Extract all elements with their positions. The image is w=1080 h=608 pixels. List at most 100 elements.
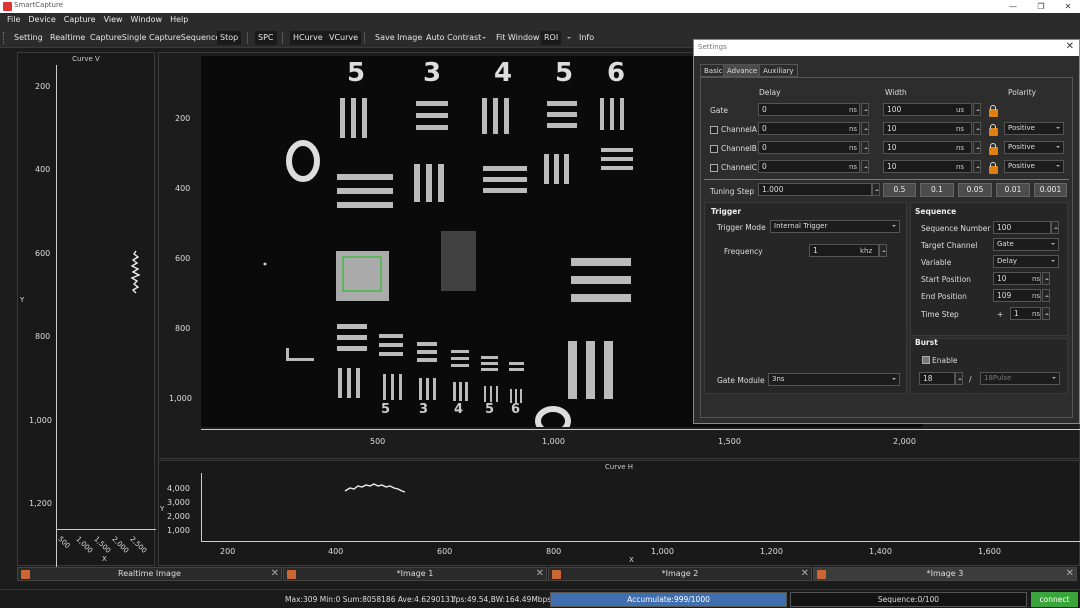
close-icon[interactable]: ✕ (1057, 0, 1079, 13)
close-tab-icon[interactable]: ✕ (271, 568, 279, 579)
hcurve-button[interactable]: HCurve (290, 31, 326, 45)
tab-realtime-image[interactable]: Realtime Image ✕ (17, 567, 282, 581)
curve-v-title: Curve V (72, 55, 100, 63)
channel-c-delay-spinner[interactable] (861, 160, 869, 173)
channel-a-delay-spinner[interactable] (861, 122, 869, 135)
tab-auxiliary[interactable]: Auxiliary (759, 64, 798, 77)
tuning-step-0.5-button[interactable]: 0.5 (883, 183, 916, 197)
tuning-step-spinner[interactable] (872, 183, 880, 196)
menu-help[interactable]: Help (166, 13, 192, 26)
close-tab-icon[interactable]: ✕ (801, 568, 809, 579)
tab-label: *Image 1 (396, 569, 434, 578)
variable-select[interactable]: Delay (993, 255, 1059, 268)
gate-module-select[interactable]: 3ns (768, 373, 900, 386)
channel-b-delay-unit: ns (849, 144, 858, 152)
close-tab-icon[interactable]: ✕ (1066, 568, 1074, 579)
tuning-step-0.01-button[interactable]: 0.01 (996, 183, 1030, 197)
y-tick-label: 3,000 (167, 498, 190, 507)
gate-delay-input[interactable]: 0 (758, 103, 860, 116)
gate-delay-spinner[interactable] (861, 103, 869, 116)
channel-b-polarity-select[interactable]: Positive (1004, 141, 1064, 154)
minimize-icon[interactable]: — (1002, 0, 1024, 13)
roi-dropdown-icon[interactable] (567, 37, 571, 41)
tab-image-2[interactable]: *Image 2 ✕ (548, 567, 812, 581)
x-tick-label: 2,000 (110, 535, 131, 555)
frequency-label: Frequency (724, 247, 763, 256)
channel-c-checkbox[interactable] (710, 164, 718, 172)
stop-button[interactable]: Stop (217, 31, 242, 45)
tab-advance[interactable]: Advance (723, 64, 762, 77)
frequency-unit: khz (860, 247, 873, 255)
realtime-button[interactable]: Realtime (47, 31, 88, 45)
x-tick-label: 1,500 (92, 535, 113, 555)
fit-window-button[interactable]: Fit Window (493, 31, 542, 45)
spc-button[interactable]: SPC (255, 31, 277, 45)
menu-view[interactable]: View (100, 13, 127, 26)
trigger-mode-select[interactable]: Internal Trigger (770, 220, 900, 233)
save-image-button[interactable]: Save Image (372, 31, 425, 45)
tuning-step-input[interactable]: 1.000 (758, 183, 872, 196)
burst-pulse-select[interactable]: 18Pulse (980, 372, 1060, 385)
tab-image-3[interactable]: *Image 3 ✕ (813, 567, 1077, 581)
channel-c-polarity-select[interactable]: Positive (1004, 160, 1064, 173)
connect-button[interactable]: connect (1031, 592, 1078, 607)
setting-button[interactable]: Setting (11, 31, 46, 45)
gate-width-unit: us (956, 106, 965, 114)
close-icon[interactable]: ✕ (1066, 41, 1074, 52)
channel-c-delay-input[interactable]: 0 (758, 160, 860, 173)
sequence-number-input[interactable]: 100 (993, 221, 1051, 234)
burst-enable-checkbox[interactable] (922, 356, 930, 364)
time-step-sign[interactable]: + (997, 310, 1003, 319)
sequence-number-spinner[interactable] (1051, 221, 1059, 234)
status-bar: Max:309 Min:0 Sum:8058186 Ave:4.6290131 … (0, 589, 1080, 608)
tuning-step-0.001-button[interactable]: 0.001 (1034, 183, 1067, 197)
end-position-spinner[interactable] (1042, 289, 1050, 302)
target-channel-select[interactable]: Gate (993, 238, 1059, 251)
time-step-spinner[interactable] (1042, 307, 1050, 320)
close-tab-icon[interactable]: ✕ (536, 568, 544, 579)
menu-capture[interactable]: Capture (60, 13, 100, 26)
accumulate-progress: Accumulate:999/1000 (550, 592, 787, 607)
lock-icon[interactable] (989, 162, 998, 174)
lock-icon[interactable] (989, 124, 998, 136)
toolbar-separator (247, 32, 248, 44)
gate-width-spinner[interactable] (973, 103, 981, 116)
channel-b-label: ChannelB (721, 144, 757, 153)
channel-b-width-spinner[interactable] (973, 141, 981, 154)
burst-header: Burst (915, 338, 938, 347)
channel-b-delay-spinner[interactable] (861, 141, 869, 154)
polarity-header: Polarity (1008, 88, 1037, 97)
accumulate-label: Accumulate:999/1000 (627, 595, 710, 604)
channel-c-width-spinner[interactable] (973, 160, 981, 173)
burst-count-spinner[interactable] (955, 372, 963, 385)
menu-device[interactable]: Device (24, 13, 59, 26)
channel-b-checkbox[interactable] (710, 145, 718, 153)
info-button[interactable]: Info (576, 31, 597, 45)
vcurve-button[interactable]: VCurve (326, 31, 362, 45)
lock-icon[interactable] (989, 105, 998, 117)
capture-sequence-button[interactable]: CaptureSequence (146, 31, 223, 45)
channel-a-delay-input[interactable]: 0 (758, 122, 860, 135)
auto-contrast-button[interactable]: Auto Contrast (423, 31, 484, 45)
capture-single-button[interactable]: CaptureSingle (87, 31, 149, 45)
roi-button[interactable]: ROI (541, 31, 562, 45)
lock-icon[interactable] (989, 143, 998, 155)
x-tick-label: 1,600 (978, 547, 1001, 556)
start-position-spinner[interactable] (1042, 272, 1050, 285)
channel-a-width-spinner[interactable] (973, 122, 981, 135)
sequence-progress: Sequence:0/100 (790, 592, 1027, 607)
tuning-step-0.05-button[interactable]: 0.05 (958, 183, 992, 197)
target-digit: 6 (607, 58, 626, 88)
maximize-icon[interactable]: ❐ (1030, 0, 1052, 13)
channel-a-checkbox[interactable] (710, 126, 718, 134)
y-tick-label: 2,000 (167, 512, 190, 521)
channel-a-polarity-select[interactable]: Positive (1004, 122, 1064, 135)
tab-image-1[interactable]: *Image 1 ✕ (283, 567, 547, 581)
tuning-step-0.1-button[interactable]: 0.1 (920, 183, 954, 197)
auto-contrast-dropdown-icon[interactable] (482, 37, 486, 41)
menu-window[interactable]: Window (127, 13, 167, 26)
burst-count-input[interactable]: 18 (919, 372, 955, 385)
menu-file[interactable]: File (3, 13, 24, 26)
frequency-spinner[interactable] (879, 244, 887, 257)
channel-b-delay-input[interactable]: 0 (758, 141, 860, 154)
